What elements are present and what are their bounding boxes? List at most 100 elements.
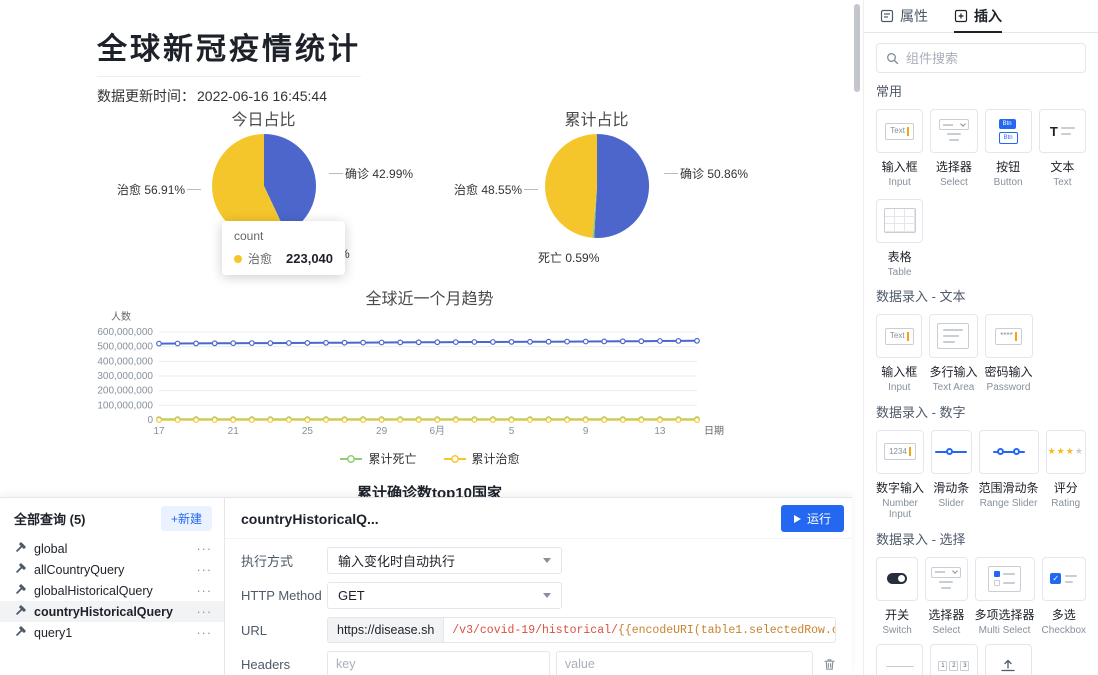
more-icon[interactable]: ··· xyxy=(197,584,213,598)
component-item-input[interactable]: Text 输入框 Input xyxy=(876,109,923,189)
component-item-select[interactable]: 选择器 Select xyxy=(925,557,967,637)
button-preview-icon: BtnBtn xyxy=(985,109,1032,153)
component-label-en: Select xyxy=(932,625,960,637)
pie-chart-today: 今日占比 治愈 56.91% 确诊 42.99% 死亡 0.1% count 治… xyxy=(97,103,430,275)
app-window: 全球新冠疫情统计 数据更新时间：2022-06-16 16:45:44 今日占比… xyxy=(0,0,1098,675)
scrollbar-thumb[interactable] xyxy=(854,4,860,92)
component-label-en: Select xyxy=(940,177,968,189)
query-list-item[interactable]: countryHistoricalQuery··· xyxy=(0,601,224,622)
line-chart-svg[interactable]: 人数 日期 0100,000,000200,000,000300,000,000… xyxy=(97,308,762,450)
component-sections: 常用 Text 输入框 Input 选择器 Select BtnBtn按钮ButtonT文本… xyxy=(864,81,1098,675)
query-list-item[interactable]: global··· xyxy=(0,538,224,559)
component-item-segmented[interactable]: 123 xyxy=(930,644,977,675)
input-preview-icon: Text xyxy=(876,314,922,358)
component-item-multi-select[interactable]: 多项选择器Multi Select xyxy=(975,557,1035,637)
component-item-range-slider[interactable]: 范围滑动条Range Slider xyxy=(979,430,1039,521)
component-label-en: Password xyxy=(987,382,1031,394)
text-preview-icon: T xyxy=(1039,109,1086,153)
component-label-en: Text Area xyxy=(933,382,975,394)
query-list-item[interactable]: query1··· xyxy=(0,622,224,643)
http-method-select[interactable]: GET xyxy=(327,582,562,609)
query-icon xyxy=(14,626,27,639)
pie-svg[interactable] xyxy=(542,131,652,241)
delete-icon[interactable] xyxy=(823,658,836,671)
component-label-zh: 选择器 xyxy=(928,606,964,623)
tab-insert[interactable]: 插入 xyxy=(954,0,1002,32)
component-label-en: Range Slider xyxy=(980,498,1038,510)
pie-slice[interactable] xyxy=(545,134,597,238)
svg-text:13: 13 xyxy=(654,426,666,437)
component-item-number-input[interactable]: 1234数字输入Number Input xyxy=(876,430,924,521)
svg-text:600,000,000: 600,000,000 xyxy=(97,327,153,338)
query-title: countryHistoricalQ... xyxy=(241,511,379,527)
svg-text:0: 0 xyxy=(147,415,153,426)
svg-text:200,000,000: 200,000,000 xyxy=(97,386,153,397)
component-label-zh: 数字输入 xyxy=(876,479,924,496)
legend-item[interactable]: 累计死亡 xyxy=(339,450,416,467)
input-preview-icon: Text xyxy=(876,109,923,153)
dashboard-canvas[interactable]: 全球新冠疫情统计 数据更新时间：2022-06-16 16:45:44 今日占比… xyxy=(0,0,852,497)
component-item-slider[interactable]: 滑动条Slider xyxy=(931,430,971,521)
header-value-input[interactable] xyxy=(556,651,813,675)
rating-preview-icon: ★★★★ xyxy=(1046,430,1086,474)
chart-tooltip: count 治愈 223,040 xyxy=(222,221,345,275)
run-button[interactable]: 运行 xyxy=(781,505,844,532)
component-label-en: Text xyxy=(1053,177,1071,189)
textarea-preview-icon xyxy=(929,314,977,358)
x-axis-name: 日期 xyxy=(704,425,724,437)
component-item-table[interactable]: 表格Table xyxy=(876,199,923,279)
exec-mode-select[interactable]: 输入变化时自动执行 xyxy=(327,547,562,574)
query-list: global···allCountryQuery···globalHistori… xyxy=(0,538,224,643)
component-search[interactable] xyxy=(876,43,1086,73)
url-expression-segment: {{encodeURI(table1.selectedRow.country)}… xyxy=(618,624,835,637)
component-item-select[interactable]: 选择器Select xyxy=(930,109,977,189)
svg-text:500,000,000: 500,000,000 xyxy=(97,342,153,353)
tooltip-header: count xyxy=(234,229,333,243)
component-label-zh: 输入框 xyxy=(882,158,918,175)
properties-icon xyxy=(880,9,894,23)
component-label-zh: 表格 xyxy=(888,248,912,265)
vertical-scrollbar[interactable] xyxy=(852,0,863,675)
svg-text:17: 17 xyxy=(153,426,165,437)
query-icon xyxy=(14,563,27,576)
query-list-item[interactable]: globalHistoricalQuery··· xyxy=(0,580,224,601)
component-item-password[interactable]: ****密码输入Password xyxy=(985,314,1033,394)
more-icon[interactable]: ··· xyxy=(197,605,213,619)
upload-preview-icon xyxy=(985,644,1032,675)
component-item-text[interactable]: T文本Text xyxy=(1039,109,1086,189)
legend-marker-icon xyxy=(339,454,363,464)
more-icon[interactable]: ··· xyxy=(197,542,213,556)
tab-properties[interactable]: 属性 xyxy=(880,0,928,32)
legend-item[interactable]: 累计治愈 xyxy=(443,450,520,467)
legend-marker-icon xyxy=(443,454,467,464)
component-section-title: 常用 xyxy=(876,81,1086,100)
pie-label-confirmed: 确诊 42.99% xyxy=(345,165,413,182)
query-list-panel: 全部查询 (5) +新建 global···allCountryQuery···… xyxy=(0,498,225,675)
url-path-segment: /v3/covid-19/historical/ xyxy=(452,624,618,637)
component-label-en: Rating xyxy=(1051,498,1080,510)
url-input[interactable]: /v3/covid-19/historical/{{encodeURI(tabl… xyxy=(444,618,835,642)
more-icon[interactable]: ··· xyxy=(197,563,213,577)
component-item-text-area[interactable]: 多行输入Text Area xyxy=(929,314,977,394)
header-key-input[interactable] xyxy=(327,651,550,675)
query-list-item[interactable]: allCountryQuery··· xyxy=(0,559,224,580)
url-base-addon: https://disease.sh xyxy=(328,618,444,642)
component-item-upload[interactable] xyxy=(985,644,1032,675)
component-item-checkbox[interactable]: ✓多选Checkbox xyxy=(1042,557,1086,637)
new-query-button[interactable]: +新建 xyxy=(161,506,212,531)
svg-text:300,000,000: 300,000,000 xyxy=(97,371,153,382)
password-preview-icon: **** xyxy=(985,314,1033,358)
svg-text:25: 25 xyxy=(302,426,314,437)
component-item-switch[interactable]: 开关Switch xyxy=(876,557,918,637)
exec-mode-label: 执行方式 xyxy=(241,551,327,570)
component-label-zh: 评分 xyxy=(1054,479,1078,496)
component-label-en: Input xyxy=(889,177,911,189)
component-item-button[interactable]: BtnBtn按钮Button xyxy=(985,109,1032,189)
component-item-divider[interactable] xyxy=(876,644,923,675)
search-input[interactable] xyxy=(906,51,1082,66)
component-item-input[interactable]: Text输入框Input xyxy=(876,314,922,394)
more-icon[interactable]: ··· xyxy=(197,626,213,640)
pie-slice[interactable] xyxy=(594,134,649,238)
component-item-rating[interactable]: ★★★★ 评分 Rating xyxy=(1046,430,1086,521)
insert-icon xyxy=(954,9,968,23)
